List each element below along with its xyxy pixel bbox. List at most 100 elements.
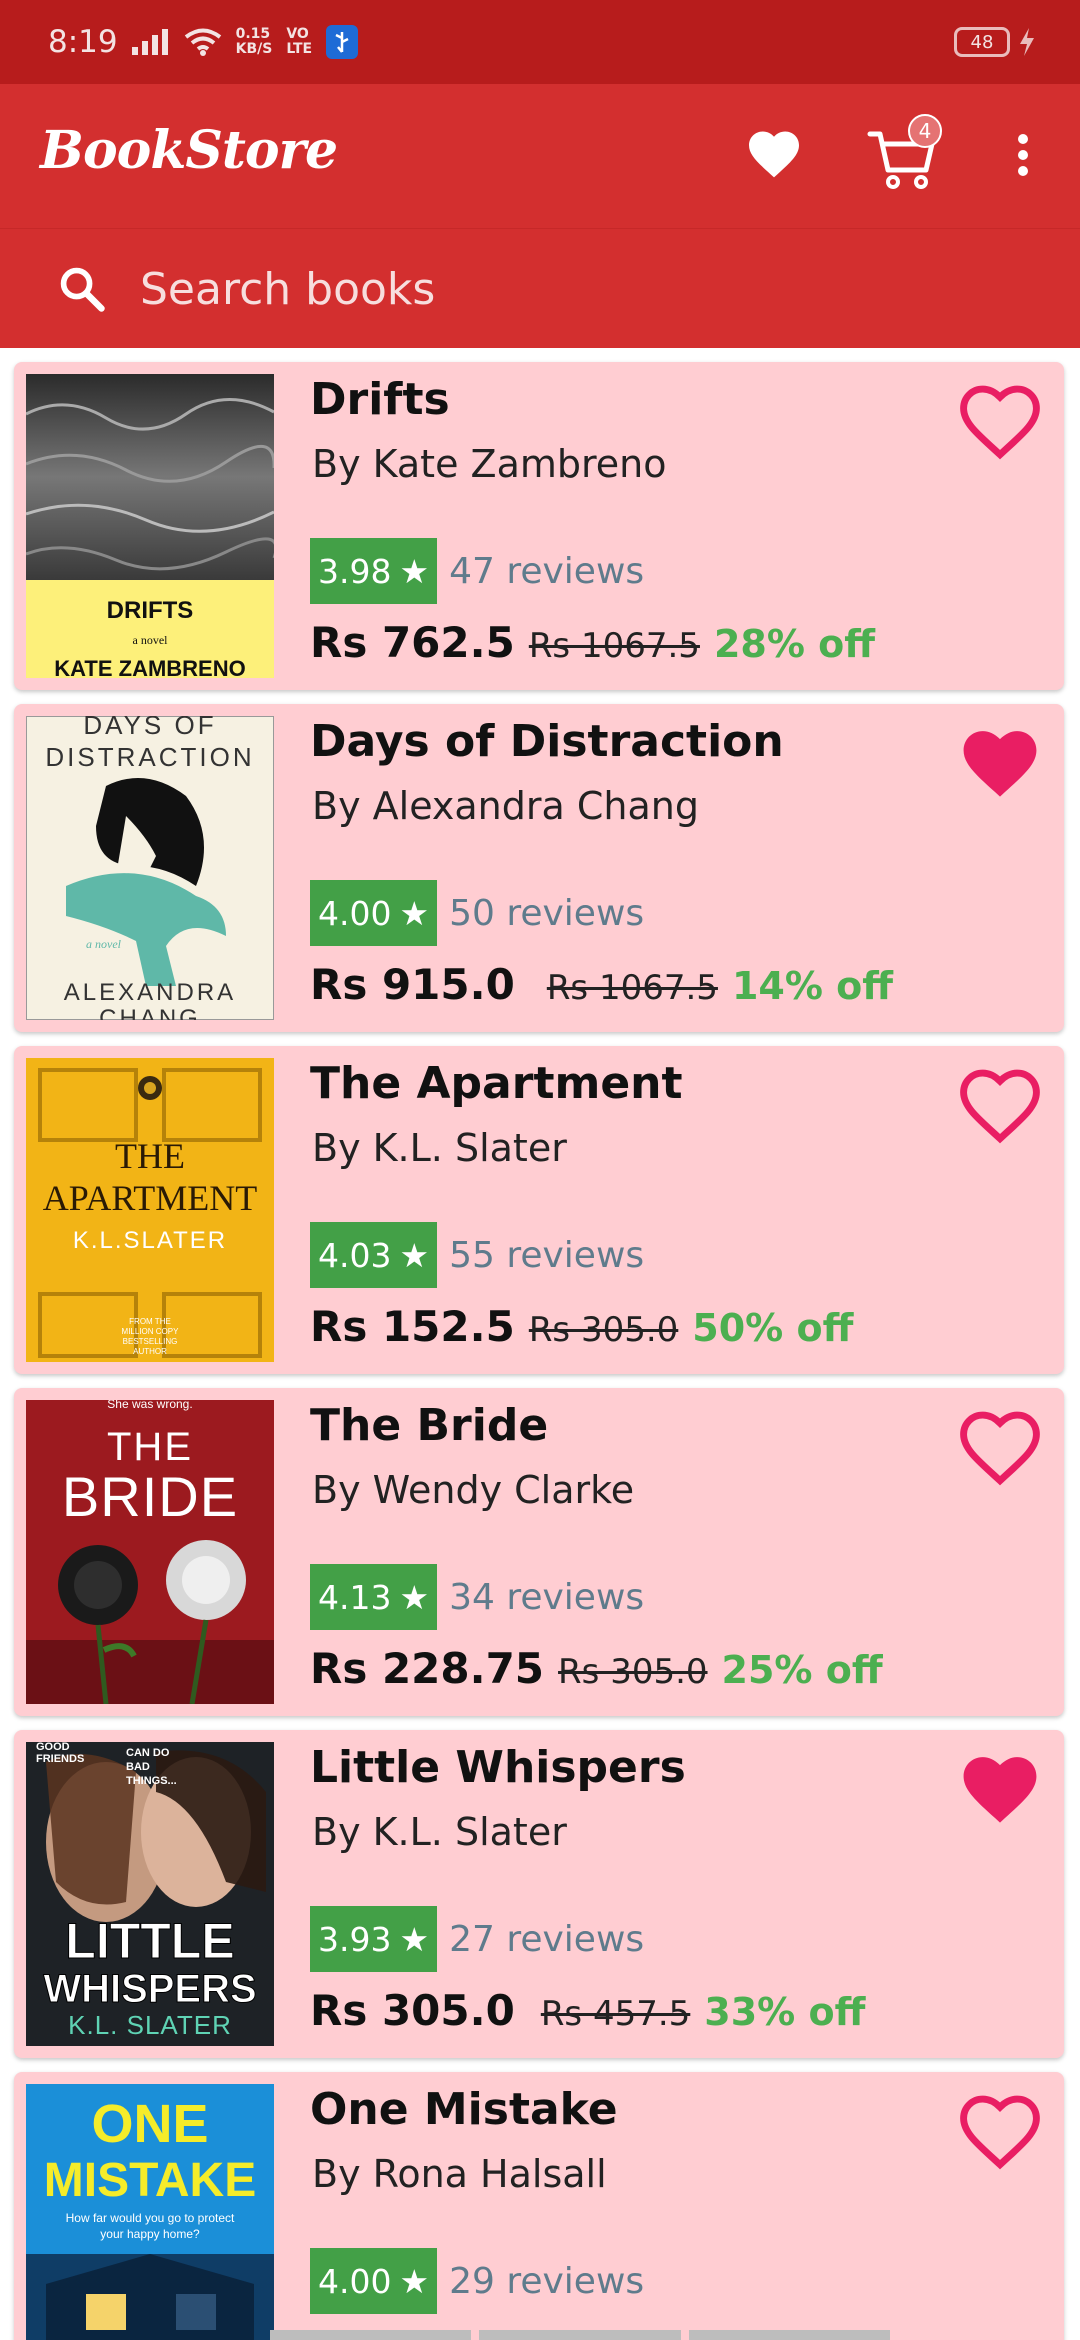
status-bar: 8:19 0.15 KB/S VO LTE 48 bbox=[0, 0, 1080, 84]
cover-blurb-2: MILLION COPY bbox=[122, 1327, 180, 1336]
rating-row: 4.03 ★ 55 reviews bbox=[310, 1222, 644, 1288]
book-author: By K.L. Slater bbox=[312, 1810, 567, 1854]
net-speed: 0.15 KB/S bbox=[236, 27, 273, 57]
app-bar: BookStore 4 bbox=[0, 84, 1080, 228]
book-title: The Bride bbox=[310, 1400, 549, 1451]
rating-value: 3.93 bbox=[318, 1919, 392, 1959]
discount: 28% off bbox=[713, 622, 876, 666]
review-count: 47 reviews bbox=[449, 550, 645, 592]
review-count: 27 reviews bbox=[449, 1918, 645, 1960]
cover-blurb: FROM THE bbox=[129, 1317, 171, 1326]
net-speed-value: 0.15 bbox=[235, 26, 271, 42]
original-price: Rs 305.0 bbox=[558, 1652, 708, 1692]
price-row: Rs 228.75 Rs 305.0 25% off bbox=[310, 1644, 883, 1693]
rating-row: 4.00 ★ 50 reviews bbox=[310, 880, 644, 946]
cover-title: DRIFTS bbox=[107, 597, 194, 624]
price: Rs 762.5 bbox=[310, 618, 515, 667]
favorite-toggle[interactable] bbox=[954, 2086, 1046, 2172]
cover-title-2: APARTMENT bbox=[43, 1178, 258, 1218]
price: Rs 305.0 bbox=[310, 1986, 515, 2035]
rating-value: 4.00 bbox=[318, 893, 392, 933]
more-dot bbox=[1018, 134, 1028, 144]
cover-tagline-2: your happy home? bbox=[100, 2227, 200, 2241]
favorite-toggle[interactable] bbox=[954, 376, 1046, 462]
book-card[interactable]: THE APARTMENT K.L.SLATER FROM THE MILLIO… bbox=[14, 1046, 1064, 1374]
price-row: Rs 762.5 Rs 1067.5 28% off bbox=[310, 618, 875, 667]
favorite-toggle[interactable] bbox=[954, 1060, 1046, 1146]
book-card[interactable]: DRIFTS a novel KATE ZAMBRENO Drifts By K… bbox=[14, 362, 1064, 690]
book-title: Little Whispers bbox=[310, 1742, 686, 1793]
book-card[interactable]: She was wrong. THE BRIDE The Bride By We… bbox=[14, 1388, 1064, 1716]
heart-outline-icon bbox=[960, 385, 1040, 460]
book-cover: DAYS OF DISTRACTION a novel ALEXANDRA CH… bbox=[26, 716, 274, 1020]
book-author: By Wendy Clarke bbox=[312, 1468, 635, 1512]
rating-badge: 4.00 ★ bbox=[310, 880, 438, 946]
usb-icon bbox=[326, 25, 359, 59]
original-price: Rs 1067.5 bbox=[528, 626, 700, 666]
book-title: Drifts bbox=[310, 374, 450, 425]
favorite-toggle[interactable] bbox=[954, 1744, 1046, 1830]
cover-tagline-4: BAD bbox=[126, 1761, 150, 1773]
bottom-edge-indicator bbox=[270, 2330, 890, 2340]
net-type-bottom: LTE bbox=[286, 41, 313, 57]
rating-row: 3.93 ★ 27 reviews bbox=[310, 1906, 644, 1972]
net-type-top: VO bbox=[286, 26, 309, 42]
price-row: Rs 305.0 Rs 457.5 33% off bbox=[310, 1986, 865, 2035]
net-type: VO LTE bbox=[286, 27, 312, 57]
rating-badge: 4.00 ★ bbox=[310, 2248, 438, 2314]
original-price: Rs 1067.5 bbox=[546, 968, 718, 1008]
cover-tagline-5: THINGS... bbox=[126, 1775, 177, 1787]
book-card[interactable]: DAYS OF DISTRACTION a novel ALEXANDRA CH… bbox=[14, 704, 1064, 1032]
book-card[interactable]: ONE MISTAKE How far would you go to prot… bbox=[14, 2072, 1064, 2340]
cover-title: ONE bbox=[91, 2094, 208, 2154]
rating-badge: 4.03 ★ bbox=[310, 1222, 438, 1288]
book-list: DRIFTS a novel KATE ZAMBRENO Drifts By K… bbox=[0, 348, 1080, 2340]
heart-outline-icon bbox=[960, 1069, 1040, 1144]
cover-subtitle: a novel bbox=[86, 937, 122, 951]
cart-button[interactable]: 4 bbox=[866, 114, 946, 190]
edge-segment bbox=[270, 2330, 472, 2340]
favorite-toggle[interactable] bbox=[954, 718, 1046, 804]
star-icon: ★ bbox=[399, 1919, 430, 1959]
discount: 14% off bbox=[731, 964, 894, 1008]
book-author: By Rona Halsall bbox=[312, 2152, 607, 2196]
charging-icon bbox=[1020, 28, 1034, 56]
star-icon: ★ bbox=[399, 1235, 430, 1275]
cover-tagline: She was wrong. bbox=[107, 1400, 192, 1411]
book-cover: DRIFTS a novel KATE ZAMBRENO bbox=[26, 374, 274, 678]
favorite-toggle[interactable] bbox=[954, 1402, 1046, 1488]
more-options-button[interactable] bbox=[1006, 128, 1040, 182]
cover-subtitle: a novel bbox=[133, 633, 169, 647]
signal-icon bbox=[131, 29, 168, 55]
rating-value: 4.03 bbox=[318, 1235, 392, 1275]
star-icon: ★ bbox=[399, 2261, 430, 2301]
book-author: By Alexandra Chang bbox=[312, 784, 699, 828]
favorites-button[interactable] bbox=[744, 124, 804, 184]
rating-badge: 3.98 ★ bbox=[310, 538, 438, 604]
battery-icon: 48 bbox=[954, 27, 1010, 57]
price-row: Rs 915.0 Rs 1067.5 14% off bbox=[310, 960, 893, 1009]
cover-author-2: CHANG bbox=[99, 1005, 201, 1020]
book-author: By Kate Zambreno bbox=[312, 442, 667, 486]
rating-value: 4.13 bbox=[318, 1577, 392, 1617]
cover-tagline: How far would you go to protect bbox=[66, 2211, 235, 2225]
review-count: 29 reviews bbox=[449, 2260, 645, 2302]
price-row: Rs 152.5 Rs 305.0 50% off bbox=[310, 1302, 853, 1351]
book-cover: ONE MISTAKE How far would you go to prot… bbox=[26, 2084, 274, 2340]
cover-author: KATE ZAMBRENO bbox=[54, 656, 245, 678]
cart-count-badge: 4 bbox=[908, 114, 942, 148]
price: Rs 915.0 bbox=[310, 960, 515, 1009]
status-right: 48 bbox=[954, 0, 1036, 84]
rating-badge: 3.93 ★ bbox=[310, 1906, 438, 1972]
rating-value: 4.00 bbox=[318, 2261, 392, 2301]
search-input[interactable] bbox=[140, 253, 1020, 325]
cover-author: K.L. SLATER bbox=[68, 2010, 232, 2040]
heart-filled-icon bbox=[963, 1757, 1037, 1823]
book-cover: She was wrong. THE BRIDE bbox=[26, 1400, 274, 1704]
rating-value: 3.98 bbox=[318, 551, 392, 591]
discount: 33% off bbox=[704, 1990, 866, 2034]
app-title: BookStore bbox=[40, 120, 338, 181]
book-card[interactable]: GOOD FRIENDS CAN DO BAD THINGS... LITTLE… bbox=[14, 1730, 1064, 2058]
rating-badge: 4.13 ★ bbox=[310, 1564, 438, 1630]
book-author: By K.L. Slater bbox=[312, 1126, 567, 1170]
